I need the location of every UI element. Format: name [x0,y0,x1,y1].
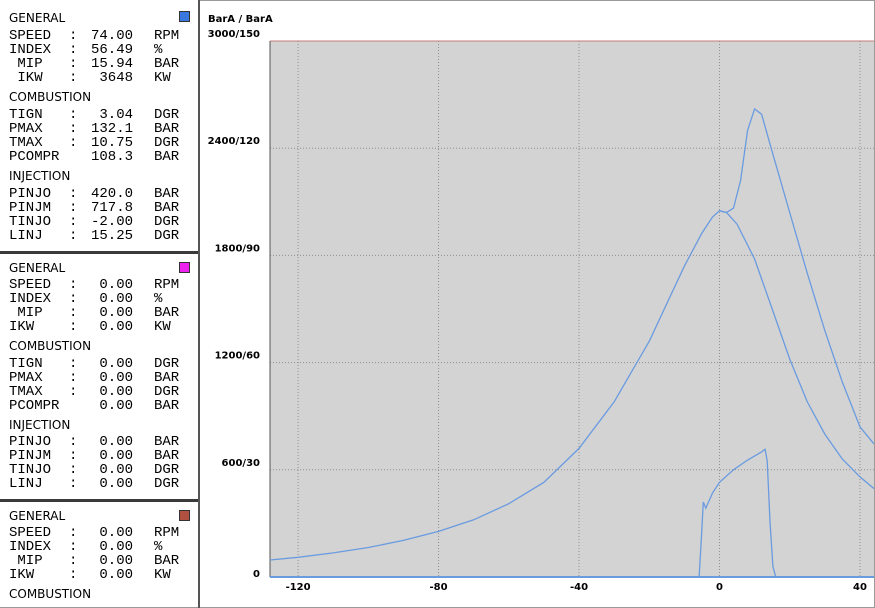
x-tick-label: -40 [570,582,588,593]
y-tick-label: 1800/90 [215,243,260,254]
y-tick-label: 600/30 [222,458,260,469]
y-tick-label: 1200/60 [215,351,260,362]
section-combustion-title: COMBUSTION [9,339,92,353]
series-color-swatch [179,510,190,521]
pressure-chart[interactable]: BarA / BarA -120 -80 -40 0 40 0 600/30 1200/60 1… [200,0,874,607]
section-general-title: GENERAL [9,261,66,275]
cylinder-panel-2[interactable]: GENERAL SPEED:0.00 RPM INDEX:0.00% MIP:0.… [1,254,198,499]
y-tick-label: 3000/150 [208,29,260,40]
y-tick-label: 2400/120 [208,136,260,147]
cylinder-panel-1[interactable]: GENERAL SPEED:74.00 RPM INDEX:56.49% MIP:… [1,3,198,251]
x-tick-label: -80 [430,582,448,593]
cylinder-panel-3[interactable]: GENERAL SPEED:0.00 RPM INDEX:0.00% MIP:0.… [1,502,198,607]
section-combustion-title: COMBUSTION [9,587,92,601]
x-tick-label: 0 [716,582,723,593]
readout-sidebar: GENERAL SPEED:74.00 RPM INDEX:56.49% MIP:… [0,0,198,607]
section-injection-title: INJECTION [9,169,71,183]
section-general-title: GENERAL [9,509,66,523]
x-tick-label: -120 [286,582,311,593]
section-general-title: GENERAL [9,11,66,25]
plot-area [270,41,874,577]
series-color-swatch [179,262,190,273]
section-combustion-title: COMBUSTION [9,90,92,104]
y-axis-unit-label: BarA / BarA [208,14,273,25]
series-color-swatch [179,11,190,22]
section-injection-title: INJECTION [9,418,71,432]
y-tick-label: 0 [253,569,260,580]
x-tick-label: 40 [853,582,867,593]
